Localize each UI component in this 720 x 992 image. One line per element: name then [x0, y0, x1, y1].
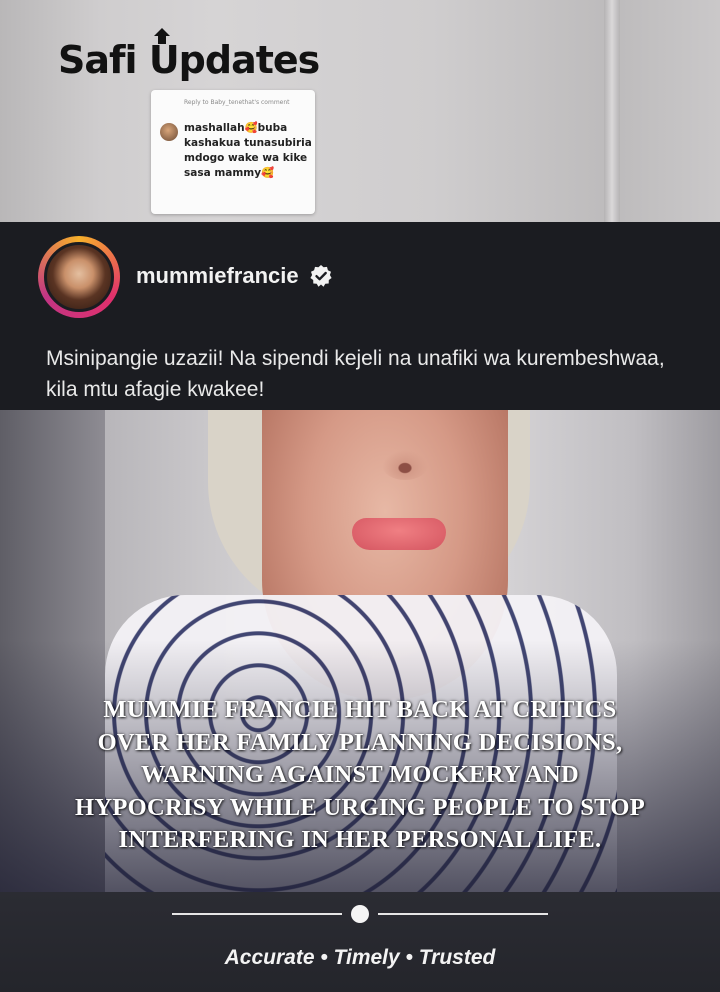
- verified-badge-icon: [310, 265, 332, 287]
- up-arrow-icon: U: [149, 28, 180, 82]
- reply-comment-text: mashallah🥰buba kashakua tunasubiria mdog…: [184, 122, 312, 179]
- divider-line-left: [172, 913, 342, 915]
- brand-name-part2: pdates: [178, 38, 321, 82]
- post-caption: Msinipangie uzazii! Na sipendi kejeli na…: [46, 347, 665, 401]
- reply-comment-card: Reply to Baby_tenethat's comment mashall…: [151, 90, 315, 214]
- commenter-avatar: [160, 123, 178, 141]
- divider-line-right: [378, 913, 548, 915]
- username[interactable]: mummiefrancie: [136, 263, 299, 289]
- top-video-frame: [0, 0, 720, 222]
- footer-tagline: Accurate • Timely • Trusted: [224, 946, 496, 969]
- nose: [382, 450, 428, 480]
- avatar[interactable]: [44, 242, 114, 312]
- username-row: mummiefrancie: [136, 263, 333, 289]
- brand-name-part1: Safi: [58, 38, 149, 82]
- background-doorframe: [604, 0, 620, 222]
- background-door: [0, 0, 100, 222]
- video-headline: MUMMIE FRANCIE HIT BACK AT CRITICS OVER …: [75, 696, 645, 853]
- divider-dot: [351, 905, 369, 923]
- reply-to-label: Reply to Baby_tenethat's comment: [184, 99, 290, 106]
- brand-logo: Safi Updates: [58, 28, 321, 82]
- tongue: [352, 518, 446, 550]
